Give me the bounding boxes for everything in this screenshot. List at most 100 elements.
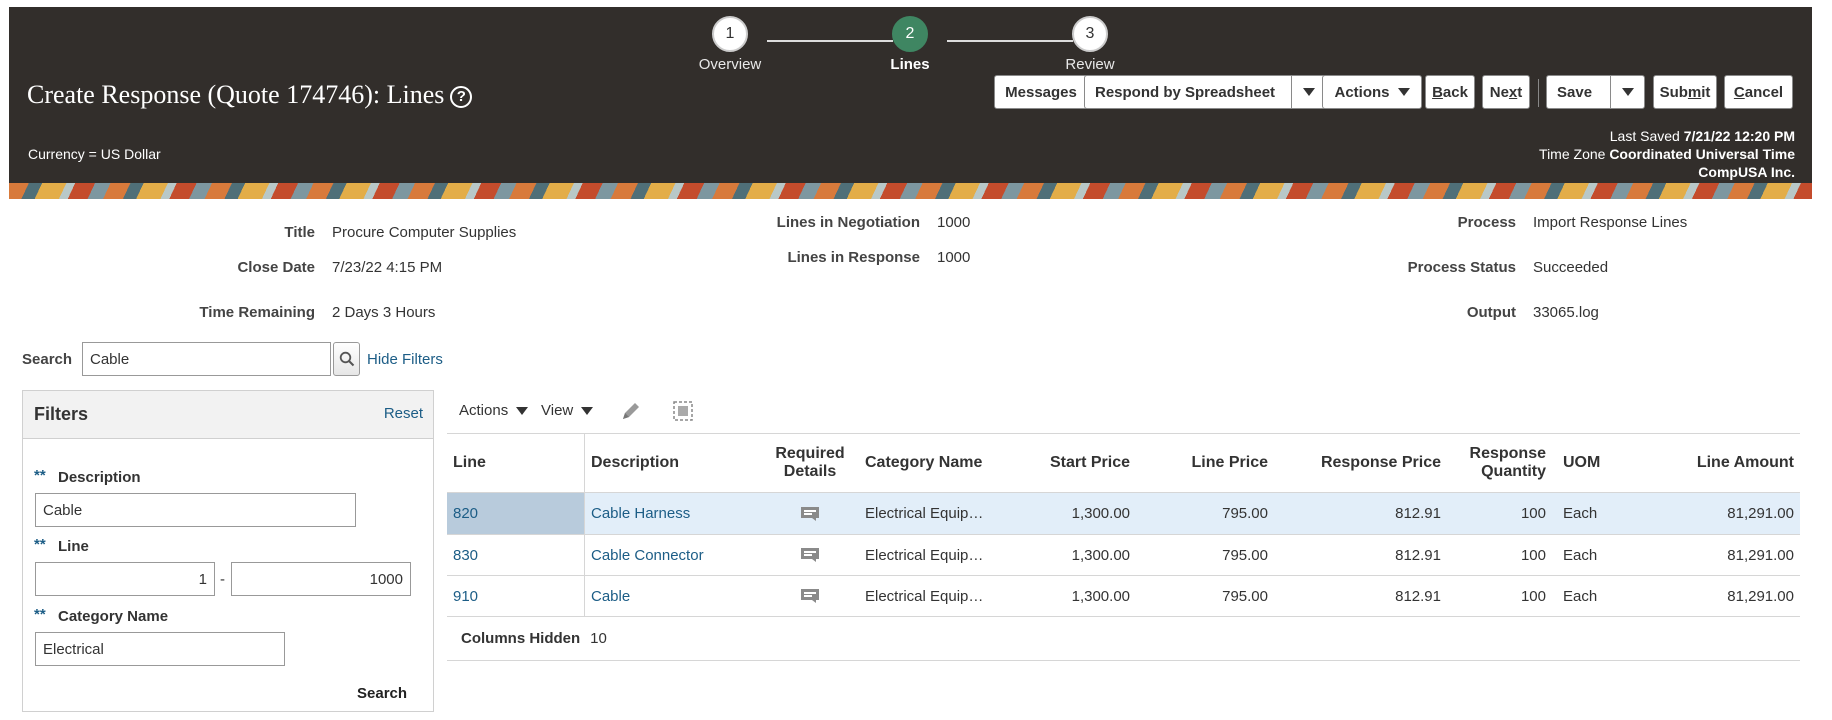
line-number-link[interactable]: 830 bbox=[453, 547, 478, 564]
category-filter-label: Category Name bbox=[58, 608, 169, 625]
chevron-down-icon bbox=[581, 407, 594, 415]
col-header-required-details[interactable]: Required Details bbox=[765, 434, 855, 492]
description-filter-input[interactable]: Cable bbox=[35, 493, 356, 527]
filters-title: Filters bbox=[34, 404, 89, 424]
line-to-input[interactable]: 1000 bbox=[231, 562, 411, 596]
chevron-down-icon bbox=[516, 407, 529, 415]
page-header: 1 Overview 2 Lines 3 Review Create Respo… bbox=[9, 7, 1812, 199]
required-details-icon[interactable] bbox=[800, 588, 820, 604]
required-marker: ** bbox=[34, 536, 46, 553]
submit-button[interactable]: Sub m it bbox=[1653, 75, 1717, 109]
line-from-input[interactable]: 1 bbox=[35, 562, 215, 596]
last-saved: Last Saved 7/21/22 12:20 PM bbox=[1609, 128, 1795, 144]
columns-hidden-value: 10 bbox=[590, 630, 607, 647]
chevron-down-icon bbox=[1302, 88, 1315, 96]
uom-cell: Each bbox=[1563, 587, 1598, 605]
chevron-down-icon bbox=[1397, 88, 1410, 96]
chevron-down-icon bbox=[1621, 88, 1634, 96]
step-label: Review bbox=[1065, 56, 1115, 73]
time-zone: Time Zone Coordinated Universal Time bbox=[1539, 146, 1795, 162]
save-info: Last Saved 7/21/22 12:20 PM Time Zone Co… bbox=[1539, 127, 1795, 181]
step-number: 3 bbox=[1072, 16, 1108, 52]
response-price-cell: 812.91 bbox=[1395, 546, 1441, 564]
filters-panel: Filters Reset ** Description Cable ** Li… bbox=[22, 390, 434, 712]
title-link[interactable]: Procure Computer Supplies bbox=[332, 224, 516, 241]
train-step-lines[interactable]: 2 Lines bbox=[870, 16, 950, 73]
description-link[interactable]: Cable bbox=[591, 588, 630, 605]
step-number: 2 bbox=[892, 16, 928, 52]
respond-dropdown-toggle[interactable] bbox=[1291, 76, 1325, 108]
col-header-start-price[interactable]: Start Price bbox=[1019, 434, 1136, 492]
reset-filters-link[interactable]: Reset bbox=[384, 405, 423, 422]
col-header-line[interactable]: Line bbox=[447, 434, 584, 492]
time-remaining-value: 2 Days 3 Hours bbox=[332, 304, 436, 321]
save-button[interactable]: Save bbox=[1546, 75, 1645, 109]
required-details-icon[interactable] bbox=[800, 506, 820, 522]
time-remaining-label: Time Remaining bbox=[199, 304, 315, 321]
col-header-description[interactable]: Description bbox=[585, 434, 765, 492]
description-link[interactable]: Cable Harness bbox=[591, 505, 690, 522]
col-header-uom[interactable]: UOM bbox=[1557, 434, 1637, 492]
next-button[interactable]: Ne x t bbox=[1482, 75, 1530, 109]
page-title: Create Response (Quote 174746): Lines? bbox=[27, 80, 473, 110]
line-filter-label: Line bbox=[58, 538, 89, 555]
process-status-link[interactable]: Succeeded bbox=[1533, 259, 1608, 276]
category-filter-input[interactable]: Electrical bbox=[35, 632, 285, 666]
close-date-label: Close Date bbox=[237, 259, 315, 276]
currency-info: Currency = US Dollar bbox=[28, 146, 161, 162]
response-quantity-cell: 100 bbox=[1520, 587, 1546, 605]
filters-search-button[interactable]: Search bbox=[357, 685, 407, 702]
actions-label: Actions bbox=[1334, 83, 1390, 101]
messages-button[interactable]: Messages bbox=[994, 75, 1088, 109]
category-cell: Electrical Equip… bbox=[865, 587, 984, 605]
help-icon[interactable]: ? bbox=[450, 86, 473, 109]
edit-pencil-icon[interactable] bbox=[619, 399, 643, 423]
line-price-cell: 795.00 bbox=[1222, 587, 1268, 605]
page-title-text: Create Response (Quote 174746): Lines bbox=[27, 80, 445, 109]
hide-filters-link[interactable]: Hide Filters bbox=[367, 351, 443, 368]
search-label: Search bbox=[22, 351, 73, 368]
step-number: 1 bbox=[712, 16, 748, 52]
table-row[interactable]: 910 Cable Electrical Equip… 1,300.00 795… bbox=[447, 576, 1800, 617]
line-number-link[interactable]: 820 bbox=[453, 505, 478, 522]
line-number-link[interactable]: 910 bbox=[453, 588, 478, 605]
save-dropdown-toggle[interactable] bbox=[1610, 76, 1644, 108]
back-button[interactable]: Back bbox=[1425, 75, 1475, 109]
description-link[interactable]: Cable Connector bbox=[591, 547, 704, 564]
output-log-link[interactable]: 33065.log bbox=[1533, 304, 1599, 321]
table-view-menu[interactable]: View bbox=[541, 402, 594, 419]
start-price-cell: 1,300.00 bbox=[1071, 587, 1130, 605]
close-date-value: 7/23/22 4:15 PM bbox=[332, 259, 443, 276]
response-quantity-cell: 100 bbox=[1520, 546, 1546, 564]
search-button[interactable] bbox=[333, 342, 360, 376]
table-header-row: Line Description Required Details Catego… bbox=[447, 434, 1800, 493]
respond-by-spreadsheet-button[interactable]: Respond by Spreadsheet bbox=[1084, 75, 1326, 109]
filters-header: Filters Reset bbox=[23, 391, 433, 439]
category-cell: Electrical Equip… bbox=[865, 546, 984, 564]
lines-in-response-value: 1000 bbox=[937, 249, 971, 266]
col-header-category[interactable]: Category Name bbox=[859, 434, 1019, 492]
cancel-button[interactable]: Cancel bbox=[1724, 75, 1793, 109]
start-price-cell: 1,300.00 bbox=[1071, 505, 1130, 522]
table-actions-menu[interactable]: Actions bbox=[459, 402, 529, 419]
range-dash: - bbox=[220, 571, 225, 588]
detach-table-icon[interactable] bbox=[671, 399, 695, 423]
col-header-line-amount[interactable]: Line Amount bbox=[1637, 434, 1800, 492]
table-row[interactable]: 830 Cable Connector Electrical Equip… 1,… bbox=[447, 535, 1800, 576]
table-row[interactable]: 820 Cable Harness Electrical Equip… 1,30… bbox=[447, 493, 1800, 535]
col-header-line-price[interactable]: Line Price bbox=[1136, 434, 1274, 492]
search-input[interactable]: Cable bbox=[82, 342, 331, 376]
title-label: Title bbox=[284, 224, 315, 241]
col-header-response-quantity[interactable]: Response Quantity bbox=[1447, 434, 1552, 492]
required-marker: ** bbox=[34, 467, 46, 484]
actions-menu-button[interactable]: Actions bbox=[1322, 75, 1422, 109]
required-details-icon[interactable] bbox=[800, 547, 820, 563]
category-cell: Electrical Equip… bbox=[865, 505, 984, 522]
output-label: Output bbox=[1466, 304, 1516, 321]
train-step-overview[interactable]: 1 Overview bbox=[690, 16, 770, 73]
table-footer: Columns Hidden 10 bbox=[447, 617, 1800, 661]
line-amount-cell: 81,291.00 bbox=[1727, 505, 1794, 522]
response-price-cell: 812.91 bbox=[1395, 587, 1441, 605]
train-step-review[interactable]: 3 Review bbox=[1050, 16, 1130, 73]
col-header-response-price[interactable]: Response Price bbox=[1274, 434, 1447, 492]
